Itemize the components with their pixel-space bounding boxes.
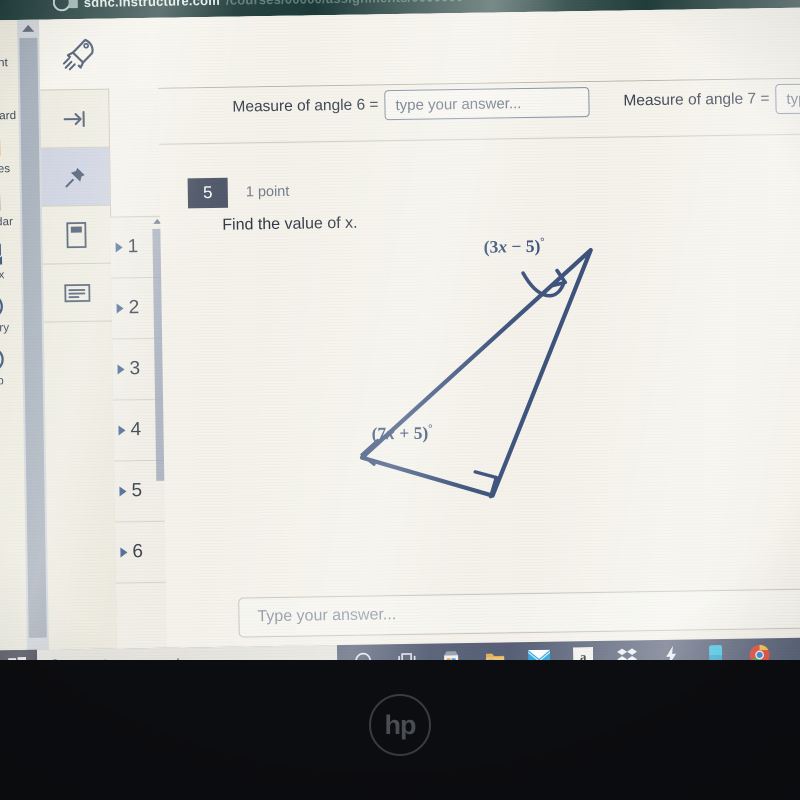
- left-angle-open: (7: [371, 423, 387, 444]
- caret-right-icon: [119, 486, 127, 497]
- question-5-header: 5 1 point: [187, 177, 290, 209]
- left-angle-close: + 5): [394, 422, 429, 444]
- app-topbar: [39, 7, 800, 90]
- slide-view-button[interactable]: [42, 205, 111, 265]
- question-nav-number: 2: [128, 297, 140, 319]
- help-icon: ?: [0, 347, 4, 372]
- angle6-placeholder: type your answer...: [395, 94, 522, 114]
- angle7-placeholder: typ: [786, 90, 800, 108]
- account-icon: [0, 26, 2, 56]
- dashboard-icon: [0, 79, 2, 109]
- sidebar-item-account[interactable]: Account: [0, 26, 19, 70]
- collapse-panel-button[interactable]: [40, 89, 110, 149]
- tool-rail: [40, 88, 119, 682]
- caret-right-icon: [120, 547, 128, 558]
- question-5-points: 1 point: [245, 183, 290, 201]
- sidebar-item-dashboard[interactable]: Dashboard: [0, 79, 20, 123]
- angle6-group: Measure of angle 6 = type your answer...: [232, 87, 590, 123]
- answer-placeholder: Type your answer...: [257, 606, 397, 626]
- sidebar-item-label: Courses: [0, 163, 11, 176]
- sidebar-item-label: Calendar: [0, 216, 14, 229]
- caret-right-icon: [117, 364, 125, 375]
- slide-view-icon: [66, 221, 87, 248]
- previous-question-row: Measure of angle 6 = type your answer...…: [158, 77, 800, 145]
- sidebar-item-history[interactable]: History: [0, 291, 23, 335]
- top-angle-open: (3: [483, 236, 499, 257]
- sidebar-item-courses[interactable]: Courses: [0, 132, 21, 176]
- caret-up-icon[interactable]: [22, 24, 35, 32]
- angle7-label: Measure of angle 7 =: [623, 90, 770, 110]
- sidebar-item-label: Help: [0, 375, 4, 388]
- top-angle-label: (3x − 5)°: [484, 236, 545, 258]
- sidebar-item-label: Inbox: [0, 269, 5, 282]
- url-path: /courses/00000/assignments/0000000: [226, 0, 464, 7]
- sidebar-item-inbox[interactable]: Inbox: [0, 238, 22, 282]
- caret-right-icon: [116, 303, 124, 314]
- sidebar-item-help[interactable]: ? Help: [0, 344, 24, 388]
- caret-right-icon: [115, 242, 123, 253]
- sidebar-item-label: Account: [0, 57, 8, 70]
- pin-button[interactable]: [41, 147, 110, 207]
- sidebar-item-label: Dashboard: [0, 110, 17, 123]
- sidebar-item-calendar[interactable]: Calendar: [0, 185, 21, 229]
- question-nav-number: 1: [127, 236, 139, 258]
- laptop-screen: sdhc.instructure.com/courses/00000/assig…: [0, 0, 800, 683]
- page-body: Account Dashboard Courses Calendar Inbox…: [0, 7, 800, 683]
- angle7-input[interactable]: typ: [775, 80, 800, 115]
- photograph-of-laptop-screen: sdhc.instructure.com/courses/00000/assig…: [0, 0, 800, 800]
- list-view-icon: [64, 283, 91, 302]
- question-5-prompt: Find the value of x.: [222, 214, 358, 234]
- omnibox[interactable]: sdhc.instructure.com/courses/00000/assig…: [68, 0, 464, 13]
- degree-symbol: °: [428, 422, 433, 435]
- sidebar-item-label: History: [0, 322, 10, 335]
- question-5-number-badge: 5: [187, 177, 229, 209]
- site-info-icon[interactable]: [68, 0, 78, 8]
- laptop-bezel: hp: [0, 660, 800, 800]
- pin-icon: [65, 167, 85, 187]
- courses-icon: [0, 137, 1, 158]
- angle6-input[interactable]: type your answer...: [384, 87, 590, 121]
- question-nav-number: 4: [130, 419, 142, 441]
- question-navigator: 1 2 3 4 5 6: [110, 215, 168, 649]
- inbox-icon: [0, 243, 3, 265]
- question-nav-number: 6: [132, 541, 144, 563]
- top-angle-close: − 5): [506, 235, 541, 257]
- quiz-content: Measure of angle 6 = type your answer...…: [158, 77, 800, 648]
- history-icon: [0, 294, 3, 319]
- question-nav-number: 5: [131, 480, 143, 502]
- list-view-button[interactable]: [42, 263, 112, 323]
- calendar-icon: [0, 191, 1, 212]
- question-5-answer-input[interactable]: Type your answer...: [238, 586, 800, 638]
- angle6-label: Measure of angle 6 =: [232, 96, 379, 116]
- triangle-figure: (3x − 5)° (7x + 5)°: [340, 232, 624, 516]
- url-domain: sdhc.instructure.com: [83, 0, 221, 10]
- question-nav-number: 3: [129, 358, 141, 380]
- rocket-icon[interactable]: [59, 35, 100, 76]
- angle7-group: Measure of angle 7 = typ: [623, 80, 800, 117]
- sidebar-collapse-button[interactable]: [0, 399, 24, 430]
- quiz-app: 1 2 3 4 5 6 Measure of angle 6 = type yo…: [39, 7, 800, 682]
- collapse-right-icon: [63, 110, 85, 127]
- arrow-left-icon: [0, 399, 7, 429]
- degree-symbol: °: [540, 235, 545, 248]
- left-angle-label: (7x + 5)°: [371, 423, 432, 445]
- triangle-diagram: [359, 247, 593, 499]
- caret-right-icon: [118, 425, 126, 436]
- hp-logo: hp: [369, 694, 431, 756]
